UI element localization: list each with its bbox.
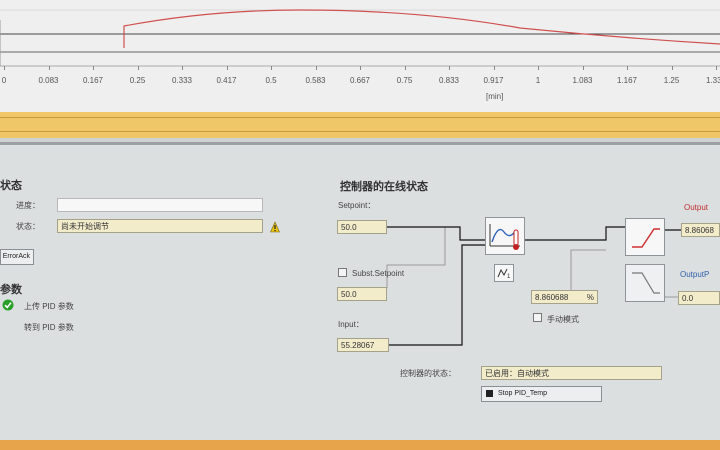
output-label: Output xyxy=(684,203,709,212)
stop-pid-label: Stop PID_Temp xyxy=(498,390,548,397)
stop-pid-button[interactable]: Stop PID_Temp xyxy=(481,386,602,402)
pid-controller-icon[interactable] xyxy=(485,217,525,255)
output-pwm-label: OutputP xyxy=(680,270,710,279)
output-analog-field: 8.86068 xyxy=(681,223,720,237)
output-value: 8.860688 xyxy=(535,293,569,302)
output-scaling-icon xyxy=(625,218,665,256)
controller-state-field: 已启用：自动模式 xyxy=(481,366,662,380)
manual-mode-label: 手动模式 xyxy=(547,315,579,324)
output-unit: % xyxy=(586,293,594,302)
stop-icon xyxy=(486,390,493,397)
bottom-bar xyxy=(0,440,720,450)
svg-text:1: 1 xyxy=(507,274,511,280)
controller-state-label: 控制器的状态： xyxy=(400,369,456,378)
output-pwm-field: 0.0 xyxy=(678,291,720,305)
pwm-icon xyxy=(625,264,665,302)
signal-lines xyxy=(386,226,682,346)
output-field: 8.860688 % xyxy=(531,290,598,304)
tuning-icon[interactable]: 1 xyxy=(494,264,514,282)
manual-mode-checkbox[interactable] xyxy=(533,313,542,322)
